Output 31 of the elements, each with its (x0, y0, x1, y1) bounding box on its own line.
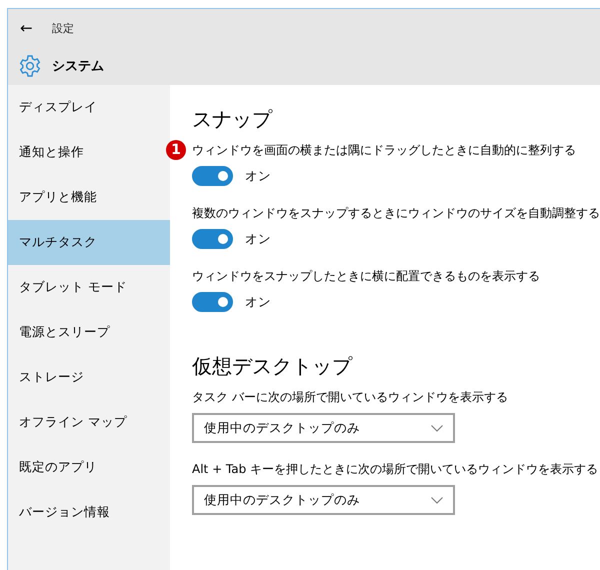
toggle-state: オン (245, 168, 271, 184)
chevron-down-icon (431, 424, 443, 432)
sidebar-item[interactable]: マルチタスク (8, 220, 170, 265)
section-heading: スナップ (192, 106, 274, 132)
setting-label: ウィンドウをスナップしたときに横に配置できるものを表示する (192, 268, 540, 285)
back-button[interactable]: ← (8, 19, 52, 37)
sidebar-item[interactable]: ディスプレイ (8, 85, 170, 130)
toggle-state: オン (245, 230, 271, 248)
setting-label: Alt + Tab キーを押したときに次の場所で開いているウィンドウを表示する (192, 461, 598, 478)
sidebar-item[interactable]: オフライン マップ (8, 400, 170, 445)
dropdown[interactable]: 使用中のデスクトップのみ (192, 485, 455, 515)
sidebar-item[interactable]: アプリと機能 (8, 175, 170, 220)
sidebar-item[interactable]: ストレージ (8, 355, 170, 400)
settings-icon (18, 54, 42, 78)
toggle-state: オン (245, 294, 271, 310)
toggle-switch[interactable] (192, 292, 233, 312)
section-heading: 仮想デスクトップ (192, 352, 354, 380)
page-title: システム (52, 58, 104, 75)
sidebar-item[interactable]: 既定のアプリ (8, 445, 170, 490)
window-title: 設定 (52, 20, 74, 36)
setting-label: 複数のウィンドウをスナップするときにウィンドウのサイズを自動調整する (192, 205, 600, 222)
setting-label: タスク バーに次の場所で開いているウィンドウを表示する (192, 389, 508, 406)
toggle-switch[interactable] (192, 229, 233, 249)
sidebar-item[interactable]: タブレット モード (8, 265, 170, 310)
callout-badge: 1 (166, 140, 186, 160)
sidebar-item[interactable]: バージョン情報 (8, 490, 170, 535)
chevron-down-icon (431, 496, 443, 504)
toggle-switch[interactable] (192, 166, 233, 186)
setting-label: ウィンドウを画面の横または隅にドラッグしたときに自動的に整列する (192, 143, 576, 157)
sidebar-item[interactable]: 電源とスリープ (8, 310, 170, 355)
dropdown[interactable]: 使用中のデスクトップのみ (192, 413, 455, 443)
